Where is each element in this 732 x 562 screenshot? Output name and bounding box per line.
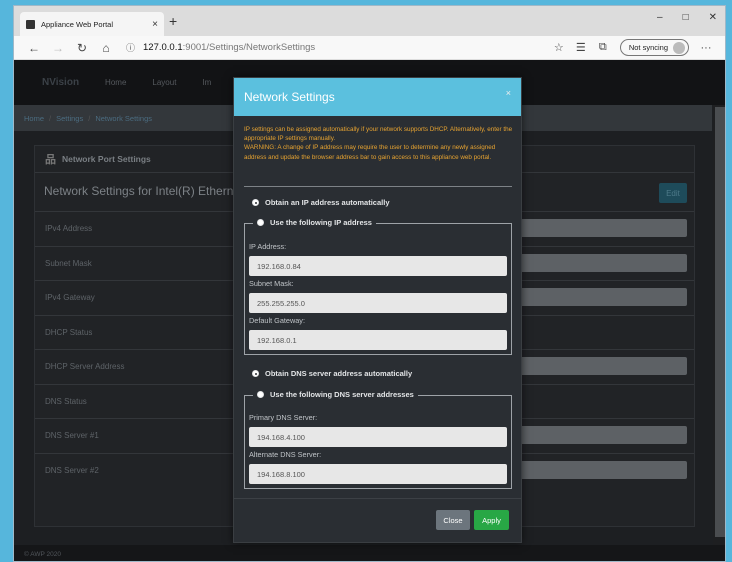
- forward-arrow-icon[interactable]: →: [46, 41, 70, 55]
- breadcrumb-home[interactable]: Home: [24, 114, 44, 123]
- window-controls: – □ ✕: [657, 12, 717, 23]
- ip-address-label: IP Address:: [249, 242, 287, 251]
- page-scrollbar[interactable]: [713, 105, 725, 545]
- profile-sync-button[interactable]: Not syncing: [619, 39, 689, 56]
- modal-title: Network Settings: [244, 90, 335, 104]
- row-label: DNS Server #2: [45, 466, 99, 475]
- page-footer: © AWP 2020: [14, 545, 725, 561]
- row-value-field: [510, 219, 687, 237]
- network-icon: 品: [45, 154, 56, 166]
- dns-fieldset: Use the following DNS server addresses P…: [244, 390, 512, 489]
- ip-auto-option[interactable]: Obtain an IP address automatically: [252, 198, 390, 207]
- ip-auto-radio[interactable]: [252, 199, 259, 206]
- scrollbar-thumb[interactable]: [715, 107, 725, 537]
- row-label: DHCP Status: [45, 328, 93, 337]
- favorite-star-icon[interactable]: ☆: [548, 41, 570, 54]
- divider: [244, 186, 512, 187]
- warning-paragraph: WARNING: A change of IP address may requ…: [244, 144, 496, 161]
- subnet-mask-label: Subnet Mask:: [249, 279, 294, 288]
- info-paragraph: IP settings can be assigned automaticall…: [244, 126, 513, 143]
- primary-dns-label: Primary DNS Server:: [249, 413, 318, 422]
- back-arrow-icon[interactable]: ←: [22, 41, 46, 55]
- refresh-icon[interactable]: ↻: [70, 41, 94, 55]
- card-header-title: Network Port Settings: [62, 154, 151, 164]
- sync-label: Not syncing: [628, 43, 668, 52]
- row-value-field: [510, 288, 687, 306]
- window-close-icon[interactable]: ✕: [709, 12, 717, 23]
- address-toolbar: ← → ↻ ⌂ ⓘ 127.0.0.1:9001/Settings/Networ…: [14, 36, 725, 60]
- apply-button[interactable]: Apply: [474, 510, 509, 530]
- row-label: DNS Server #1: [45, 431, 99, 440]
- brand-logo[interactable]: NVision: [42, 77, 79, 88]
- dns-manual-label: Use the following DNS server addresses: [270, 390, 414, 399]
- favorites-list-icon[interactable]: ☰: [570, 41, 592, 54]
- row-value-field: [510, 426, 687, 444]
- row-label: DNS Status: [45, 397, 87, 406]
- row-label: DHCP Server Address: [45, 362, 125, 371]
- edit-button[interactable]: Edit: [659, 183, 687, 203]
- dns-auto-radio[interactable]: [252, 370, 259, 377]
- ip-address-input[interactable]: 192.168.0.84: [249, 256, 507, 276]
- ip-auto-label: Obtain an IP address automatically: [265, 198, 390, 207]
- row-label: IPv4 Gateway: [45, 293, 95, 302]
- alternate-dns-label: Alternate DNS Server:: [249, 450, 322, 459]
- row-value-field: [510, 254, 687, 272]
- nav-layout[interactable]: Layout: [152, 78, 176, 87]
- info-text: IP settings can be assigned automaticall…: [244, 125, 514, 162]
- default-gateway-label: Default Gateway:: [249, 316, 305, 325]
- tab-title: Appliance Web Portal: [41, 19, 113, 29]
- dns-manual-option[interactable]: Use the following DNS server addresses: [253, 390, 418, 399]
- ip-manual-option[interactable]: Use the following IP address: [253, 218, 376, 227]
- avatar-icon: [673, 41, 685, 54]
- modal-header: Network Settings ×: [234, 78, 521, 116]
- dns-auto-option[interactable]: Obtain DNS server address automatically: [252, 369, 412, 378]
- alternate-dns-input[interactable]: 194.168.8.100: [249, 464, 507, 484]
- row-value-field: [510, 357, 687, 375]
- url-path: :9001/Settings/NetworkSettings: [182, 42, 316, 53]
- subnet-mask-input[interactable]: 255.255.255.0: [249, 293, 507, 313]
- more-menu-icon[interactable]: ···: [695, 42, 717, 54]
- page-favicon-icon: [26, 19, 35, 29]
- ip-manual-label: Use the following IP address: [270, 218, 372, 227]
- address-bar[interactable]: ⓘ 127.0.0.1:9001/Settings/NetworkSetting…: [126, 41, 548, 54]
- browser-window: Appliance Web Portal × + – □ ✕ ← → ↻ ⌂ ⓘ…: [13, 5, 726, 562]
- url-host: 127.0.0.1: [143, 42, 183, 53]
- nav-im[interactable]: Im: [202, 78, 211, 87]
- ip-fieldset: Use the following IP address IP Address:…: [244, 218, 512, 355]
- row-value-field: [510, 461, 687, 479]
- dns-manual-radio[interactable]: [257, 391, 264, 398]
- maximize-icon[interactable]: □: [683, 12, 689, 23]
- site-info-icon[interactable]: ⓘ: [126, 41, 135, 54]
- dns-auto-label: Obtain DNS server address automatically: [265, 369, 413, 378]
- title-bar: Appliance Web Portal × + – □ ✕: [14, 6, 725, 36]
- default-gateway-input[interactable]: 192.168.0.1: [249, 330, 507, 350]
- network-settings-modal: Network Settings × IP settings can be as…: [233, 77, 522, 543]
- close-button[interactable]: Close: [436, 510, 470, 530]
- ip-manual-radio[interactable]: [257, 219, 264, 226]
- modal-footer-divider: [234, 498, 521, 499]
- row-label: IPv4 Address: [45, 224, 93, 233]
- card-title: Network Settings for Intel(R) Etherne: [44, 184, 241, 198]
- breadcrumb-separator: /: [88, 113, 91, 123]
- modal-close-icon[interactable]: ×: [506, 88, 511, 98]
- breadcrumb-network-settings: Network Settings: [95, 113, 153, 123]
- nav-home[interactable]: Home: [105, 78, 126, 87]
- new-tab-icon[interactable]: +: [169, 13, 177, 29]
- home-icon[interactable]: ⌂: [94, 41, 118, 55]
- breadcrumb-separator: /: [49, 113, 52, 123]
- tab-close-icon[interactable]: ×: [152, 19, 158, 30]
- browser-tab[interactable]: Appliance Web Portal ×: [20, 12, 164, 36]
- collections-icon[interactable]: ⧉: [592, 41, 614, 54]
- minimize-icon[interactable]: –: [657, 12, 663, 23]
- primary-dns-input[interactable]: 194.168.4.100: [249, 427, 507, 447]
- breadcrumb-settings[interactable]: Settings: [56, 114, 83, 123]
- row-label: Subnet Mask: [45, 259, 92, 268]
